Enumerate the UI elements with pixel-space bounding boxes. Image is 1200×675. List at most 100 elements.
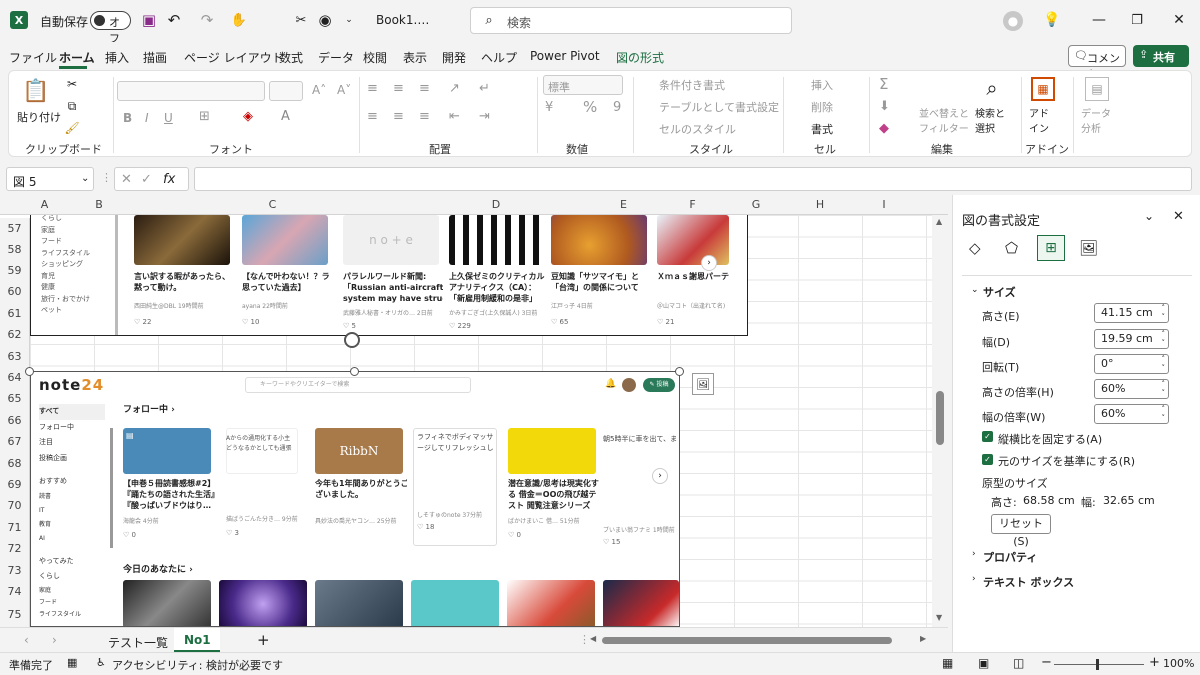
note-sidebar-item[interactable]: 注目 xyxy=(39,435,105,451)
note-sidebar-item[interactable]: やってみた xyxy=(39,554,105,570)
row-header-75[interactable]: 75 xyxy=(0,603,30,627)
rotate-handle-icon[interactable] xyxy=(344,332,360,348)
upper-image[interactable]: くらし 家庭 フード ライフスタイル ショッピング 育児 健康 旅行・おでかけ … xyxy=(30,215,748,336)
merge-icon[interactable]: ⇥ xyxy=(479,109,490,124)
resize-handle-tc[interactable] xyxy=(350,367,359,376)
row-header-74[interactable]: 74 xyxy=(0,581,30,603)
align-middle-icon[interactable]: ≡ xyxy=(393,81,404,96)
col-header-i[interactable]: I xyxy=(852,195,916,215)
properties-heading[interactable]: プロパティ xyxy=(983,549,1037,565)
lower-card-5[interactable]: 潜在意識/思考は現実化す る 借金＝OOの飛び越テ スト 閲覧注意シリーズ ばか… xyxy=(508,478,600,539)
note-sidebar-item[interactable]: フォロー中 xyxy=(39,420,105,436)
copy-icon[interactable]: ⧉ xyxy=(65,99,79,113)
bell-icon[interactable]: 🔔 xyxy=(605,379,616,389)
scroll-thumb[interactable] xyxy=(936,391,944,445)
lock-aspect-label[interactable]: 縦横比を固定する(A) xyxy=(998,431,1102,447)
tab-developer[interactable]: 開発 xyxy=(442,49,466,66)
row-header-59[interactable]: 59 xyxy=(0,260,30,281)
scroll-down-icon[interactable]: ▼ xyxy=(936,613,942,622)
sheet-tab[interactable]: テスト一覧 xyxy=(108,634,168,651)
following-heading[interactable]: フォロー中 › xyxy=(123,402,175,415)
row-header-57[interactable]: 57 xyxy=(0,218,30,239)
lightbulb-icon[interactable]: 💡 xyxy=(1043,11,1060,29)
sum-icon[interactable]: Σ xyxy=(879,75,888,93)
undo-icon[interactable]: ↶ xyxy=(165,11,183,29)
tab-page-layout[interactable]: ページ レイアウト xyxy=(184,49,284,66)
today-heading[interactable]: 今日のあなたに › xyxy=(123,562,193,575)
row-header-63[interactable]: 63 xyxy=(0,346,30,367)
find-icon[interactable]: ⌕ xyxy=(979,75,1005,101)
name-box[interactable]: 図 5 ⌄ xyxy=(6,167,94,191)
comment-button[interactable]: 🗨 コメント xyxy=(1068,45,1126,81)
comma-icon[interactable]: 9 xyxy=(613,100,621,115)
page-break-icon[interactable]: ◫ xyxy=(1013,656,1024,670)
col-header-d[interactable]: D xyxy=(406,195,586,215)
lower-card-2[interactable]: Aからの通用化する小主 どうなるかとしても通張 描ばうごんた分き… 9分前 ♡ … xyxy=(226,434,298,537)
spinner-icon[interactable]: ˄ ˅ xyxy=(1162,380,1166,398)
orientation-icon[interactable]: ↗ xyxy=(449,81,460,96)
italic-icon[interactable]: I xyxy=(145,111,149,125)
upper-card-4[interactable]: 上久保ゼミのクリティカル アナリティクス（CA）： 「新雇用制緩和の是非」 かみ… xyxy=(449,271,549,330)
border-icon[interactable]: ⊞ xyxy=(199,109,210,124)
size-properties-icon[interactable]: ⊞ xyxy=(1037,235,1065,261)
horizontal-scrollbar[interactable]: ◀ ▶ xyxy=(590,634,930,646)
zoom-level[interactable]: 100% xyxy=(1163,657,1194,670)
relative-original-label[interactable]: 元のサイズを基準にする(R) xyxy=(998,453,1135,469)
row-header-70[interactable]: 70 xyxy=(0,495,30,517)
row-header-72[interactable]: 72 xyxy=(0,538,30,560)
fill-icon[interactable]: ⬇ xyxy=(879,99,890,114)
next-sheet-icon[interactable]: › xyxy=(52,633,57,647)
find-select-button[interactable]: 検索と 選択 xyxy=(975,105,1015,135)
carousel-next-icon[interactable]: › xyxy=(652,468,668,484)
tab-home[interactable]: ホーム xyxy=(59,49,95,66)
note-sidebar-item-all[interactable]: すべて xyxy=(39,404,105,420)
carousel-next-icon[interactable]: › xyxy=(701,255,717,271)
col-header-a[interactable]: A xyxy=(30,195,59,215)
rotation-field[interactable]: 0° ˄ ˅ xyxy=(1094,354,1169,374)
layout-options-icon[interactable]: 🖼 xyxy=(692,373,714,395)
share-button[interactable]: ⇪ 共有 xyxy=(1133,45,1189,67)
save-icon[interactable]: ▣ xyxy=(140,11,158,29)
zoom-out-icon[interactable]: − xyxy=(1041,655,1052,670)
formula-input[interactable] xyxy=(194,167,1192,191)
tab-power-pivot[interactable]: Power Pivot xyxy=(530,49,600,63)
currency-icon[interactable]: ¥ xyxy=(545,100,553,115)
upper-card-5[interactable]: 豆知識「サツマイモ」と 「台湾」の関係について 江戸っ子 4日前 ♡ 65 xyxy=(551,271,651,326)
prev-sheet-icon[interactable]: ‹ xyxy=(24,633,29,647)
spinner-icon[interactable]: ˄ ˅ xyxy=(1162,304,1166,322)
align-top-icon[interactable]: ≡ xyxy=(367,81,378,96)
tab-picture-format[interactable]: 図の形式 xyxy=(616,49,664,66)
col-header-g[interactable]: G xyxy=(724,195,788,215)
font-size-dropdown[interactable] xyxy=(269,81,303,101)
worksheet[interactable]: A B C D E F G H I 57 58 59 60 61 62 63 6… xyxy=(0,195,948,627)
note-sidebar-item[interactable]: 投稿企画 xyxy=(39,451,105,467)
enter-icon[interactable]: ✓ xyxy=(141,172,152,187)
textbox-heading[interactable]: テキスト ボックス xyxy=(983,574,1074,590)
cancel-icon[interactable]: ✕ xyxy=(121,172,132,187)
font-color-icon[interactable]: A xyxy=(281,109,290,124)
paste-icon[interactable]: 📋 xyxy=(22,76,49,106)
bold-icon[interactable]: B xyxy=(123,111,132,125)
lower-card-3[interactable]: 今年も1年間ありがとうご ざいました。 具妙法の喬光ヤコン… 25分前 xyxy=(315,478,407,525)
macro-record-icon[interactable]: ▦ xyxy=(67,656,77,669)
scroll-left-icon[interactable]: ◀ xyxy=(590,634,596,643)
chevron-down-icon[interactable]: ⌄ xyxy=(1144,209,1154,223)
expand-size-icon[interactable]: ⌄ xyxy=(971,285,979,295)
lower-card-1[interactable]: 【申巻５冊読書感想#2】 『踊たちの語された生活』 『酸っぱいブドウはり… 海龍… xyxy=(123,478,215,539)
row-header-73[interactable]: 73 xyxy=(0,560,30,581)
spinner-icon[interactable]: ˄ ˅ xyxy=(1162,405,1166,423)
col-header-c[interactable]: C xyxy=(139,195,406,215)
corner-select[interactable] xyxy=(0,195,30,215)
decrease-font-icon[interactable]: A˅ xyxy=(337,83,351,97)
addins-icon[interactable]: ▦ xyxy=(1031,77,1055,101)
resize-handle-tl[interactable] xyxy=(25,367,34,376)
tab-review[interactable]: 校閲 xyxy=(363,49,387,66)
row-header-69[interactable]: 69 xyxy=(0,474,30,495)
col-header-f[interactable]: F xyxy=(661,195,724,215)
redo-icon[interactable]: ↷ xyxy=(198,11,216,29)
row-header-67[interactable]: 67 xyxy=(0,431,30,453)
note-sidebar-item[interactable]: AI xyxy=(39,532,105,546)
reset-button[interactable]: リセット(S) xyxy=(991,514,1051,548)
col-header-b[interactable]: B xyxy=(59,195,139,215)
spinner-icon[interactable]: ˄ ˅ xyxy=(1162,355,1166,373)
